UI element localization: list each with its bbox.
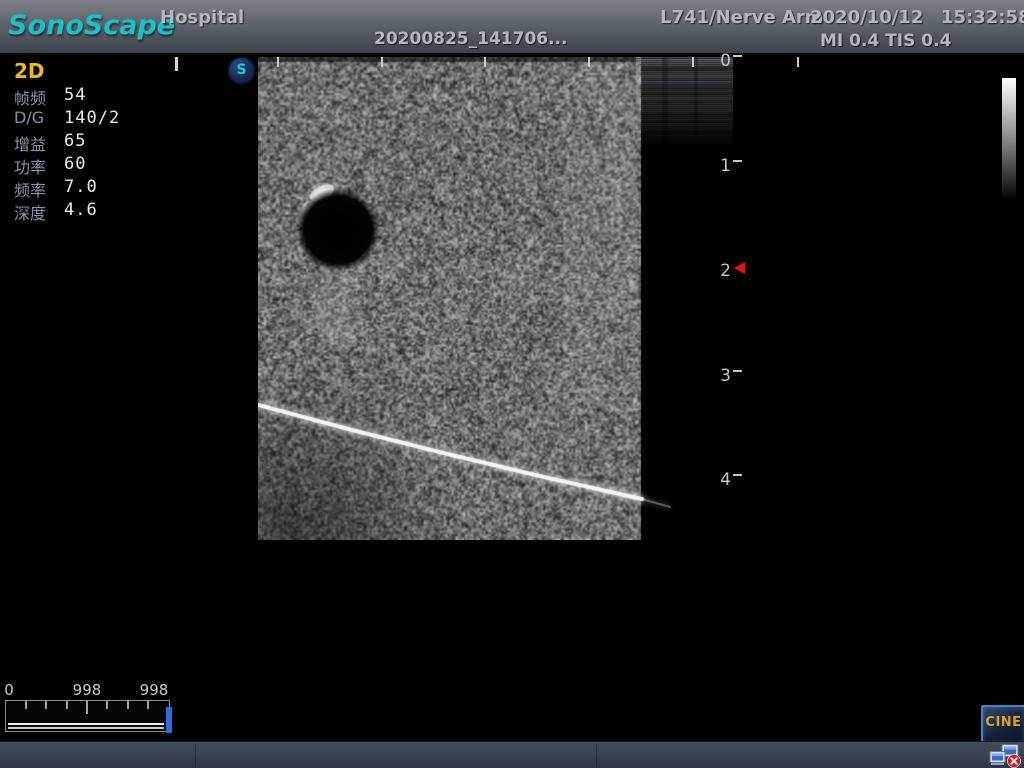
depth-label: 3 [720, 366, 731, 386]
probe-orientation-logo-icon: S [229, 58, 254, 83]
header-bar: SonoScape Hospital 20200825_141706... L7… [0, 0, 1024, 56]
param-value: 7.0 [64, 177, 98, 197]
depth-label: 2 [720, 261, 731, 281]
cine-ruler-tick [106, 701, 108, 709]
cine-ruler-tick [127, 701, 129, 709]
lateral-scale-tick [381, 57, 383, 67]
depth-mark-3: 3 [703, 366, 749, 388]
param-value: 140/2 [64, 108, 120, 128]
param-label: 深度 [14, 200, 46, 224]
param-row-dg: D/G 140/2 [0, 108, 200, 130]
lateral-scale-tick [277, 57, 279, 67]
param-label: 频率 [14, 177, 46, 201]
lateral-scale-tick [588, 57, 590, 67]
system-date: 2020/10/12 [810, 7, 923, 28]
grayscale-map-bar [1002, 78, 1016, 200]
cine-ruler-tick [45, 701, 47, 709]
depth-label: 4 [720, 470, 731, 490]
cine-frame-ruler[interactable] [5, 700, 170, 732]
depth-label: 0 [720, 51, 731, 71]
hospital-name: Hospital [160, 7, 244, 28]
param-row-gain: 增益 65 [0, 131, 200, 153]
depth-mark-2: 2 [703, 261, 749, 283]
depth-mark-1: 1 [703, 156, 749, 178]
taskbar [0, 741, 1024, 768]
cine-ruler-tick [25, 701, 27, 709]
depth-tick [733, 55, 742, 57]
acoustic-output-label: MI 0.4 TIS 0.4 [820, 31, 951, 51]
param-row-depth: 深度 4.6 [0, 200, 200, 222]
ultrasound-image[interactable] [258, 57, 733, 540]
mode-2d-label: 2D [14, 59, 45, 83]
lateral-scale-tick [797, 57, 799, 67]
depth-tick [733, 474, 742, 476]
depth-mark-0: 0 [703, 51, 749, 73]
exam-id: 20200825_141706... [374, 29, 567, 49]
cine-ruler-tick [147, 701, 149, 709]
cine-ruler-tick [66, 701, 68, 709]
system-time: 15:32:58 [941, 7, 1024, 28]
param-label: D/G [14, 108, 44, 127]
taskbar-divider [596, 744, 597, 767]
param-value: 54 [64, 85, 86, 105]
probe-orientation-tick [175, 57, 178, 71]
param-row-frame-rate: 帧频 54 [0, 85, 200, 107]
depth-label: 1 [720, 156, 731, 176]
probe-preset-label: L741/Nerve Arm [660, 7, 824, 28]
param-row-power: 功率 60 [0, 154, 200, 176]
depth-mark-4: 4 [703, 470, 749, 492]
param-label: 增益 [14, 131, 46, 155]
lateral-scale-tick [692, 57, 694, 67]
cine-track [8, 727, 164, 729]
cine-end-frame-label: 998 [133, 681, 175, 699]
network-disconnected-icon[interactable] [988, 744, 1022, 768]
cine-mid-frame-label: 998 [66, 681, 108, 699]
cine-track [8, 723, 164, 725]
cine-ruler-tick [86, 701, 88, 714]
param-row-frequency: 频率 7.0 [0, 177, 200, 199]
param-value: 60 [64, 154, 86, 174]
cine-position-cursor[interactable] [166, 707, 172, 733]
focus-position-marker-icon [734, 262, 745, 274]
ultrasound-system-screen: SonoScape Hospital 20200825_141706... L7… [0, 0, 1024, 768]
param-value: 4.6 [64, 200, 98, 220]
param-label: 功率 [14, 154, 46, 178]
cine-button[interactable]: CINE [981, 705, 1024, 745]
depth-tick [733, 160, 742, 162]
sonoscape-logo: SonoScape [8, 10, 175, 41]
taskbar-divider [195, 744, 196, 767]
param-value: 65 [64, 131, 86, 151]
depth-tick [733, 370, 742, 372]
lateral-scale-tick [484, 57, 486, 67]
cine-start-frame-label: 0 [3, 681, 15, 699]
param-label: 帧频 [14, 85, 46, 109]
